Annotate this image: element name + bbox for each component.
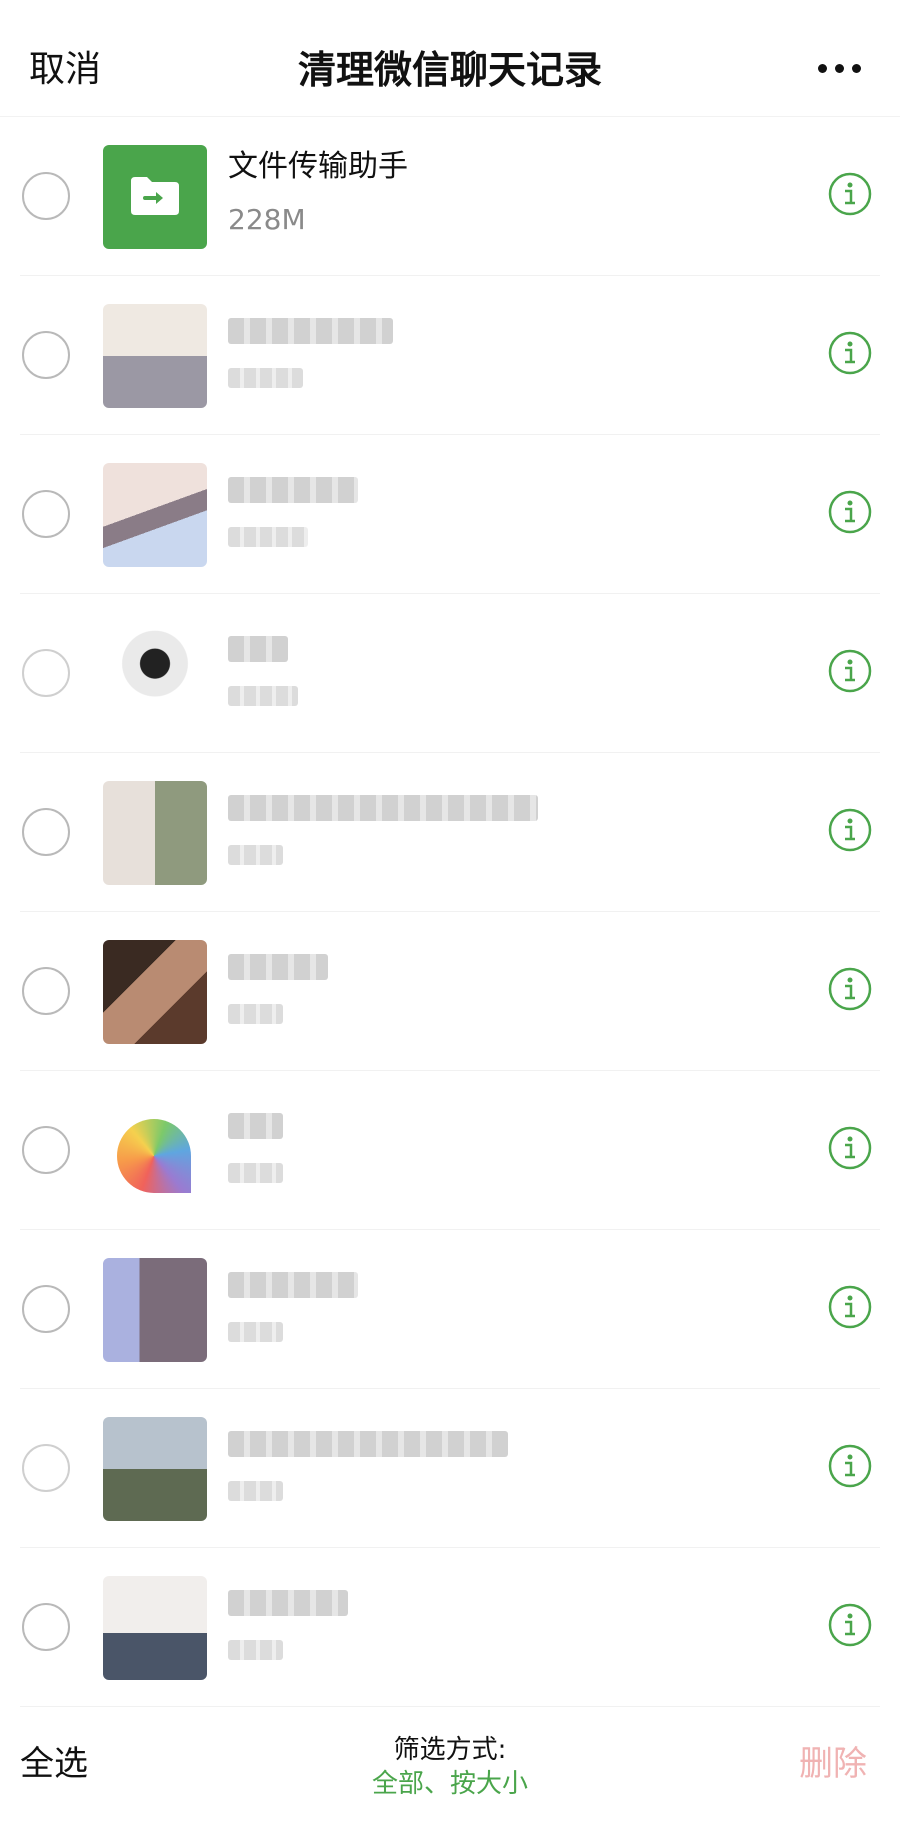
chat-name-blurred: [228, 636, 288, 662]
info-icon[interactable]: [828, 1444, 872, 1488]
info-icon[interactable]: [828, 490, 872, 534]
chat-name-blurred: [228, 1113, 283, 1139]
info-icon[interactable]: [828, 331, 872, 375]
chat-list: 文件传输助手 228M: [0, 117, 900, 1707]
chat-name-blurred: [228, 477, 358, 503]
chat-name-blurred: [228, 1272, 358, 1298]
select-radio[interactable]: [22, 172, 70, 220]
chat-row[interactable]: [0, 435, 900, 594]
chat-row[interactable]: [0, 276, 900, 435]
chat-row[interactable]: [0, 1389, 900, 1548]
select-radio[interactable]: [22, 331, 70, 379]
select-radio[interactable]: [22, 808, 70, 856]
more-icon[interactable]: [818, 60, 862, 80]
select-radio[interactable]: [22, 967, 70, 1015]
info-icon[interactable]: [828, 1603, 872, 1647]
filter-label: 筛选方式:: [393, 1735, 507, 1765]
blurred-group-avatar: [103, 1576, 207, 1680]
info-icon[interactable]: [828, 967, 872, 1011]
select-radio[interactable]: [22, 649, 70, 697]
select-radio[interactable]: [22, 1285, 70, 1333]
chat-row[interactable]: [0, 912, 900, 1071]
blurred-group-avatar: [103, 781, 207, 885]
filter-option-link[interactable]: 全部、按大小: [0, 1768, 900, 1800]
folder-transfer-icon: [103, 145, 207, 249]
chat-row[interactable]: 文件传输助手 228M: [0, 117, 900, 276]
chat-name-blurred: [228, 1431, 508, 1457]
blurred-group-avatar: [103, 1417, 207, 1521]
chat-row[interactable]: [0, 753, 900, 912]
chat-size-blurred: [228, 1322, 283, 1342]
chat-row[interactable]: [0, 594, 900, 753]
info-icon[interactable]: [828, 1126, 872, 1170]
blurred-avatar: [103, 1258, 207, 1362]
chat-size-blurred: [228, 845, 283, 865]
select-radio[interactable]: [22, 490, 70, 538]
blurred-group-avatar: [103, 463, 207, 567]
info-icon[interactable]: [828, 649, 872, 693]
select-radio[interactable]: [22, 1126, 70, 1174]
page-title: 清理微信聊天记录: [297, 48, 602, 92]
chat-name-blurred: [228, 954, 328, 980]
info-icon[interactable]: [828, 1285, 872, 1329]
rainbow-avatar: [103, 1099, 207, 1203]
chat-name: 文件传输助手: [228, 149, 408, 184]
chat-row[interactable]: [0, 1548, 900, 1707]
info-icon[interactable]: [828, 172, 872, 216]
chat-name-blurred: [228, 1590, 348, 1616]
blurred-photo-avatar: [103, 940, 207, 1044]
top-bar: 取消 清理微信聊天记录: [0, 0, 900, 117]
chat-row[interactable]: [0, 1230, 900, 1389]
chat-size-blurred: [228, 1163, 283, 1183]
chat-size-blurred: [228, 1481, 283, 1501]
chat-size-blurred: [228, 686, 298, 706]
bottom-toolbar: 全选 筛选方式: 全部、按大小 删除: [0, 1712, 900, 1837]
blurred-avatar: [103, 622, 207, 726]
chat-size-blurred: [228, 1640, 283, 1660]
info-icon[interactable]: [828, 808, 872, 852]
select-radio[interactable]: [22, 1603, 70, 1651]
select-radio[interactable]: [22, 1444, 70, 1492]
chat-size-blurred: [228, 368, 303, 388]
blurred-group-avatar: [103, 304, 207, 408]
chat-size-blurred: [228, 527, 308, 547]
chat-name-blurred: [228, 318, 393, 344]
chat-row[interactable]: [0, 1071, 900, 1230]
chat-size: 228M: [228, 203, 306, 236]
delete-button[interactable]: 删除: [799, 1742, 867, 1786]
chat-size-blurred: [228, 1004, 283, 1024]
chat-name-blurred: [228, 795, 538, 821]
